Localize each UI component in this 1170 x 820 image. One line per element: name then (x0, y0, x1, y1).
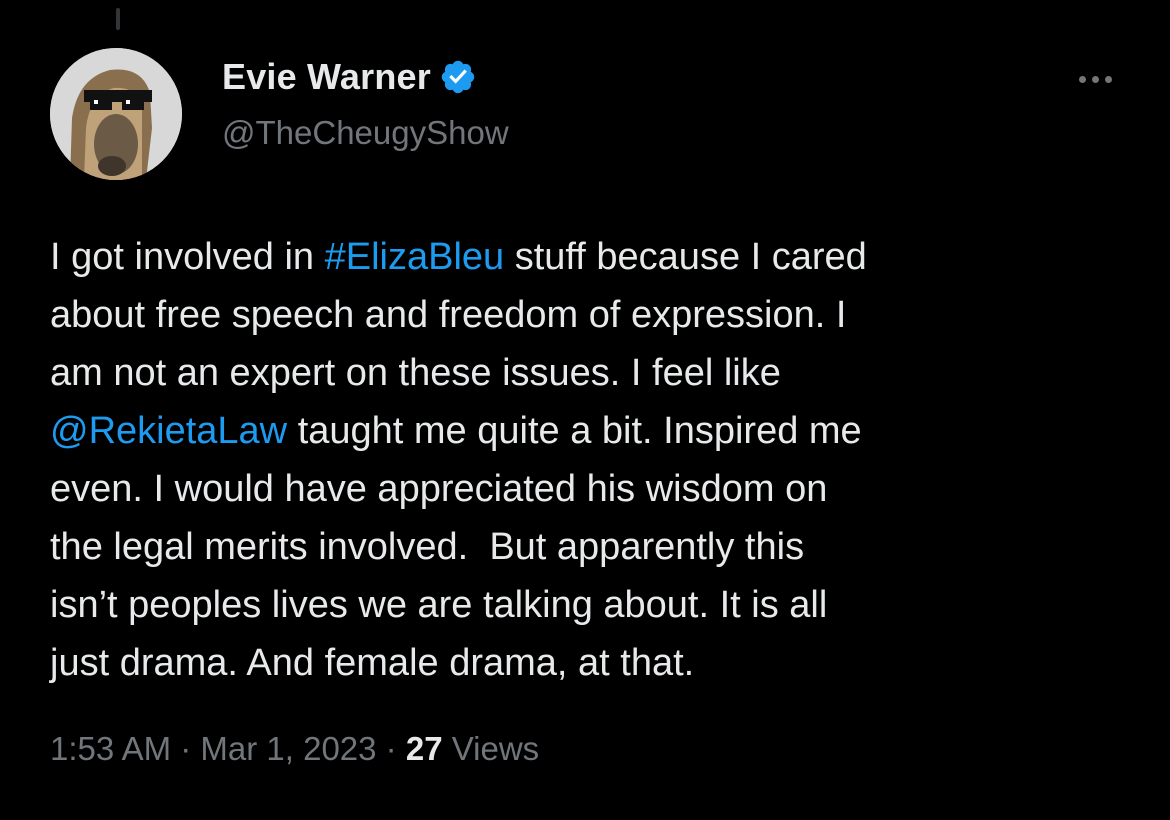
hashtag-link[interactable]: #ElizaBleu (325, 236, 505, 278)
tweet-text-segment: I got involved in (50, 236, 325, 278)
author-name-row[interactable]: Evie Warner (222, 56, 477, 98)
more-options-button[interactable] (1068, 64, 1122, 94)
views-label: Views (442, 730, 540, 767)
tweet-time[interactable]: 1:53 AM (50, 730, 171, 767)
avatar-image (50, 48, 182, 180)
mention-link[interactable]: @RekietaLaw (50, 410, 287, 452)
views-count: 27 (405, 730, 443, 767)
tweet-text: I got involved in #ElizaBleu stuff becau… (50, 228, 1130, 692)
author-handle[interactable]: @TheCheugyShow (222, 114, 509, 152)
verified-badge-icon (439, 58, 477, 96)
tweet-meta: 1:53 AM · Mar 1, 2023 · 27 Views (50, 730, 539, 768)
more-icon (1078, 75, 1086, 83)
thread-connector-line (116, 8, 120, 30)
avatar[interactable] (50, 48, 182, 180)
tweet-date[interactable]: Mar 1, 2023 (200, 730, 376, 767)
author-name[interactable]: Evie Warner (222, 56, 431, 98)
meta-separator: · (171, 730, 201, 767)
more-icon-dot (1091, 75, 1099, 83)
meta-separator: · (376, 730, 406, 767)
more-icon-dot (1104, 75, 1112, 83)
